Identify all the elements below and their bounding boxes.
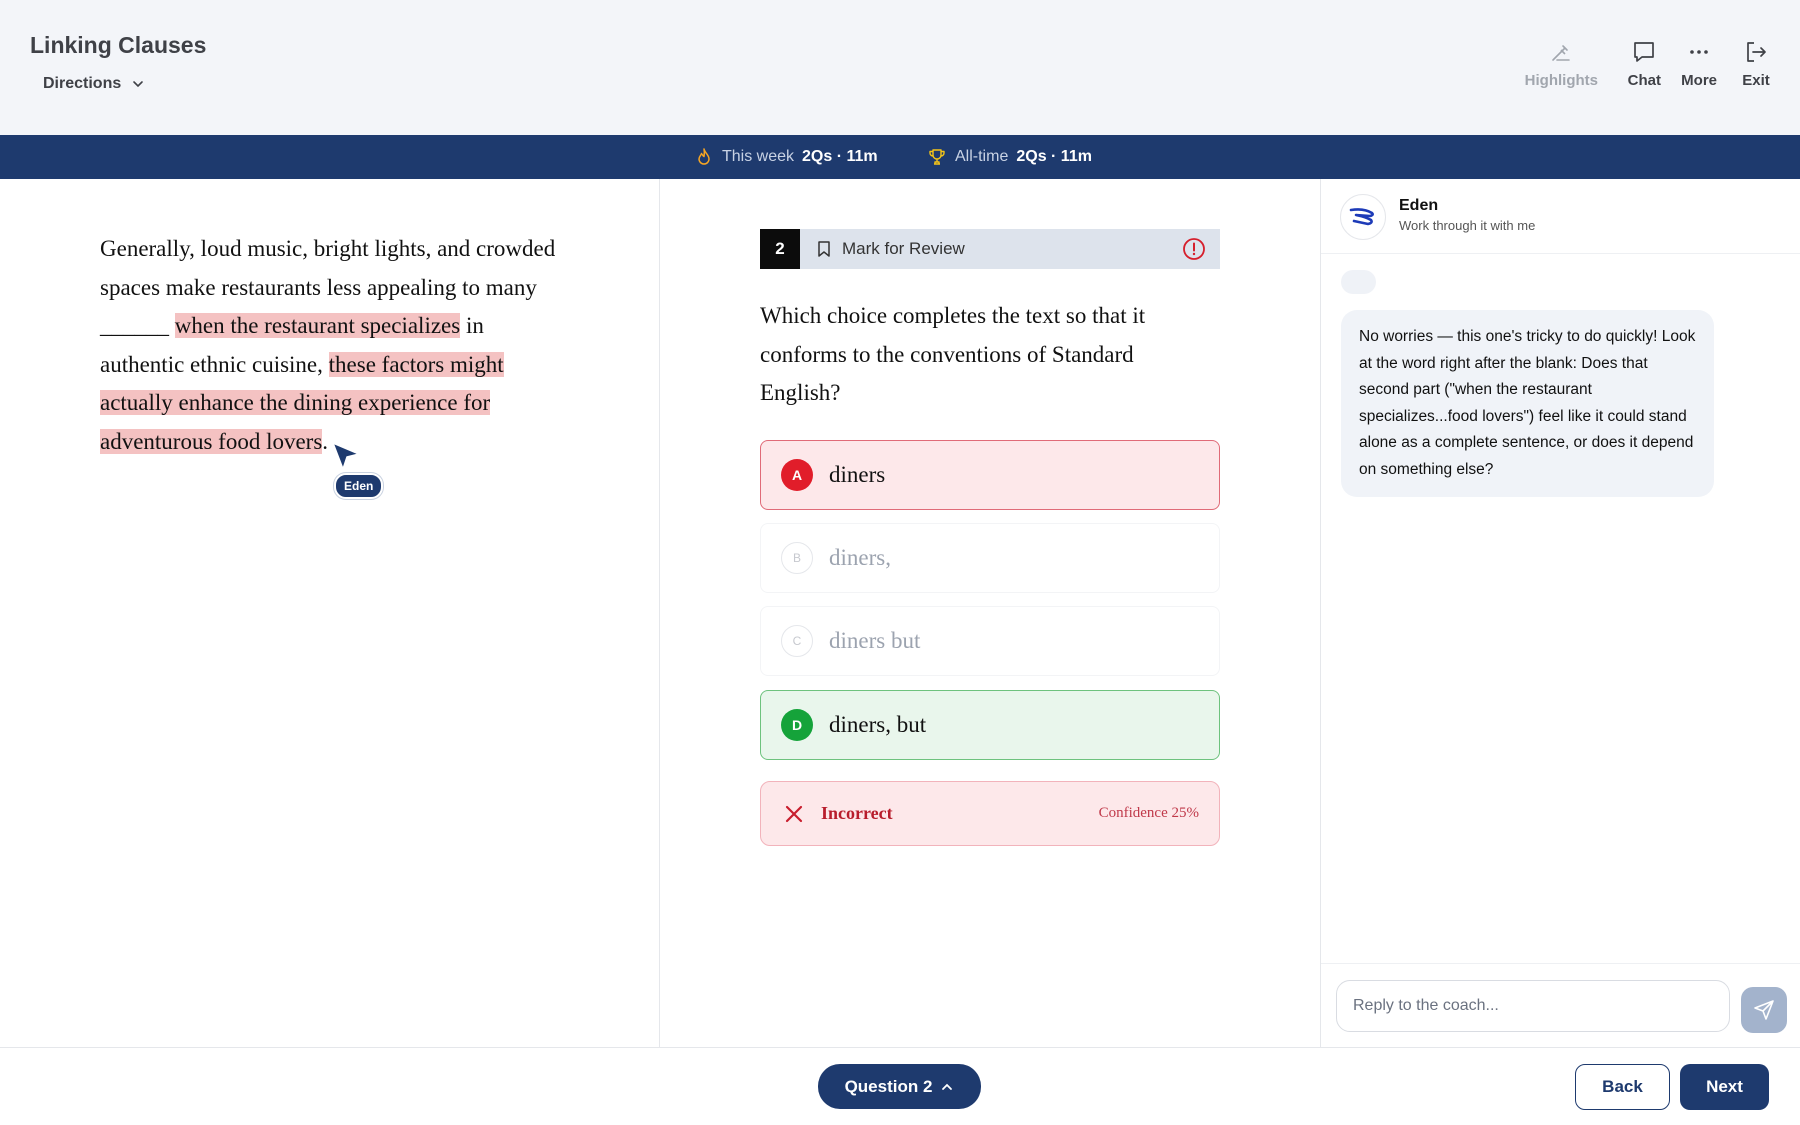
choice-c[interactable]: C diners but: [760, 606, 1220, 676]
chat-footer-divider: [1321, 963, 1800, 964]
chat-icon: [1634, 42, 1655, 62]
chat-label: Chat: [1627, 72, 1661, 89]
confidence-label: Confidence 25%: [1098, 805, 1199, 821]
page-title: Linking Clauses: [30, 32, 207, 58]
send-icon: [1754, 1000, 1774, 1020]
exit-icon: [1747, 42, 1766, 62]
week-value: 2Qs · 11m: [802, 148, 878, 165]
directions-label: Directions: [43, 75, 122, 92]
chevron-down-icon: [133, 81, 144, 88]
choice-b[interactable]: B diners,: [760, 523, 1220, 593]
choice-text: diners but: [829, 628, 921, 653]
coach-message: No worries — this one's tricky to do qui…: [1341, 310, 1714, 497]
more-icon: [1690, 50, 1708, 54]
question-prompt: Which choice completes the text so that …: [760, 303, 1146, 405]
coach-avatar: [1340, 194, 1386, 240]
coach-cursor-label: Eden: [334, 473, 384, 499]
coach-subtitle: Work through it with me: [1399, 218, 1536, 233]
result-label: Incorrect: [821, 803, 893, 823]
choice-letter: B: [781, 542, 813, 574]
exit-button[interactable]: Exit: [1742, 38, 1770, 89]
choice-d[interactable]: D diners, but: [760, 690, 1220, 760]
passage-plain: .: [322, 428, 329, 454]
send-button[interactable]: [1741, 987, 1787, 1033]
bottom-bar: Question 2 Back Next: [0, 1047, 1800, 1125]
mark-for-review-button[interactable]: Mark for Review: [816, 229, 965, 269]
alltime-value: 2Qs · 11m: [1016, 148, 1092, 165]
choice-text: diners, but: [829, 712, 927, 737]
result-banner: Incorrect Confidence 25%: [760, 781, 1220, 846]
mark-for-review-label: Mark for Review: [842, 239, 965, 258]
highlights-button[interactable]: Highlights: [1525, 38, 1598, 89]
flame-icon: [698, 148, 710, 165]
question-nav-label: Question 2: [844, 1076, 933, 1096]
chevron-up-icon: [942, 1083, 953, 1090]
close-x-icon: [785, 805, 803, 823]
alltime-label: All-time: [955, 148, 1009, 165]
stat-all-time: All-time 2Qs · 11m: [927, 135, 1092, 179]
exit-label: Exit: [1742, 72, 1770, 89]
column-divider: [1320, 179, 1321, 1047]
question-header: 2 Mark for Review: [760, 229, 1220, 269]
question-number: 2: [760, 229, 800, 269]
reply-placeholder: Reply to the coach...: [1353, 997, 1499, 1014]
report-alert-icon[interactable]: [1182, 237, 1206, 261]
passage-text: Generally, loud music, bright lights, an…: [100, 230, 570, 461]
week-label: This week: [722, 148, 795, 165]
bookmark-icon: [818, 241, 830, 257]
highlights-label: Highlights: [1524, 72, 1598, 89]
next-button[interactable]: Next: [1680, 1064, 1769, 1110]
passage-highlight[interactable]: when the restaurant specializes: [174, 313, 461, 338]
stats-bar: This week 2Qs · 11m All-time 2Qs · 11m: [0, 135, 1800, 179]
coach-cursor-icon: [332, 442, 360, 470]
chat-button[interactable]: Chat: [1628, 38, 1661, 89]
reply-input[interactable]: Reply to the coach...: [1336, 980, 1730, 1032]
choice-letter: A: [781, 459, 813, 491]
question-nav-button[interactable]: Question 2: [818, 1064, 981, 1109]
column-divider: [659, 179, 660, 1047]
more-button[interactable]: More: [1681, 38, 1717, 89]
stat-this-week: This week 2Qs · 11m: [694, 135, 878, 179]
coach-logo-icon: [1349, 208, 1374, 226]
choice-a[interactable]: A diners: [760, 440, 1220, 510]
coach-name: Eden: [1399, 197, 1439, 214]
typing-indicator: [1341, 270, 1376, 294]
more-label: More: [1681, 72, 1717, 89]
coach-header: Eden Work through it with me: [1321, 179, 1800, 254]
top-header: Linking Clauses Directions Highlights Ch…: [0, 0, 1800, 135]
trophy-icon: [929, 149, 945, 165]
directions-toggle[interactable]: Directions: [43, 75, 145, 93]
back-button[interactable]: Back: [1575, 1064, 1670, 1110]
highlighter-icon: [1552, 45, 1571, 61]
choice-text: diners: [829, 462, 886, 487]
choice-text: diners,: [829, 545, 891, 570]
choice-letter: C: [781, 625, 813, 657]
choice-letter: D: [781, 709, 813, 741]
coach-message-text: No worries — this one's tricky to do qui…: [1359, 328, 1696, 478]
